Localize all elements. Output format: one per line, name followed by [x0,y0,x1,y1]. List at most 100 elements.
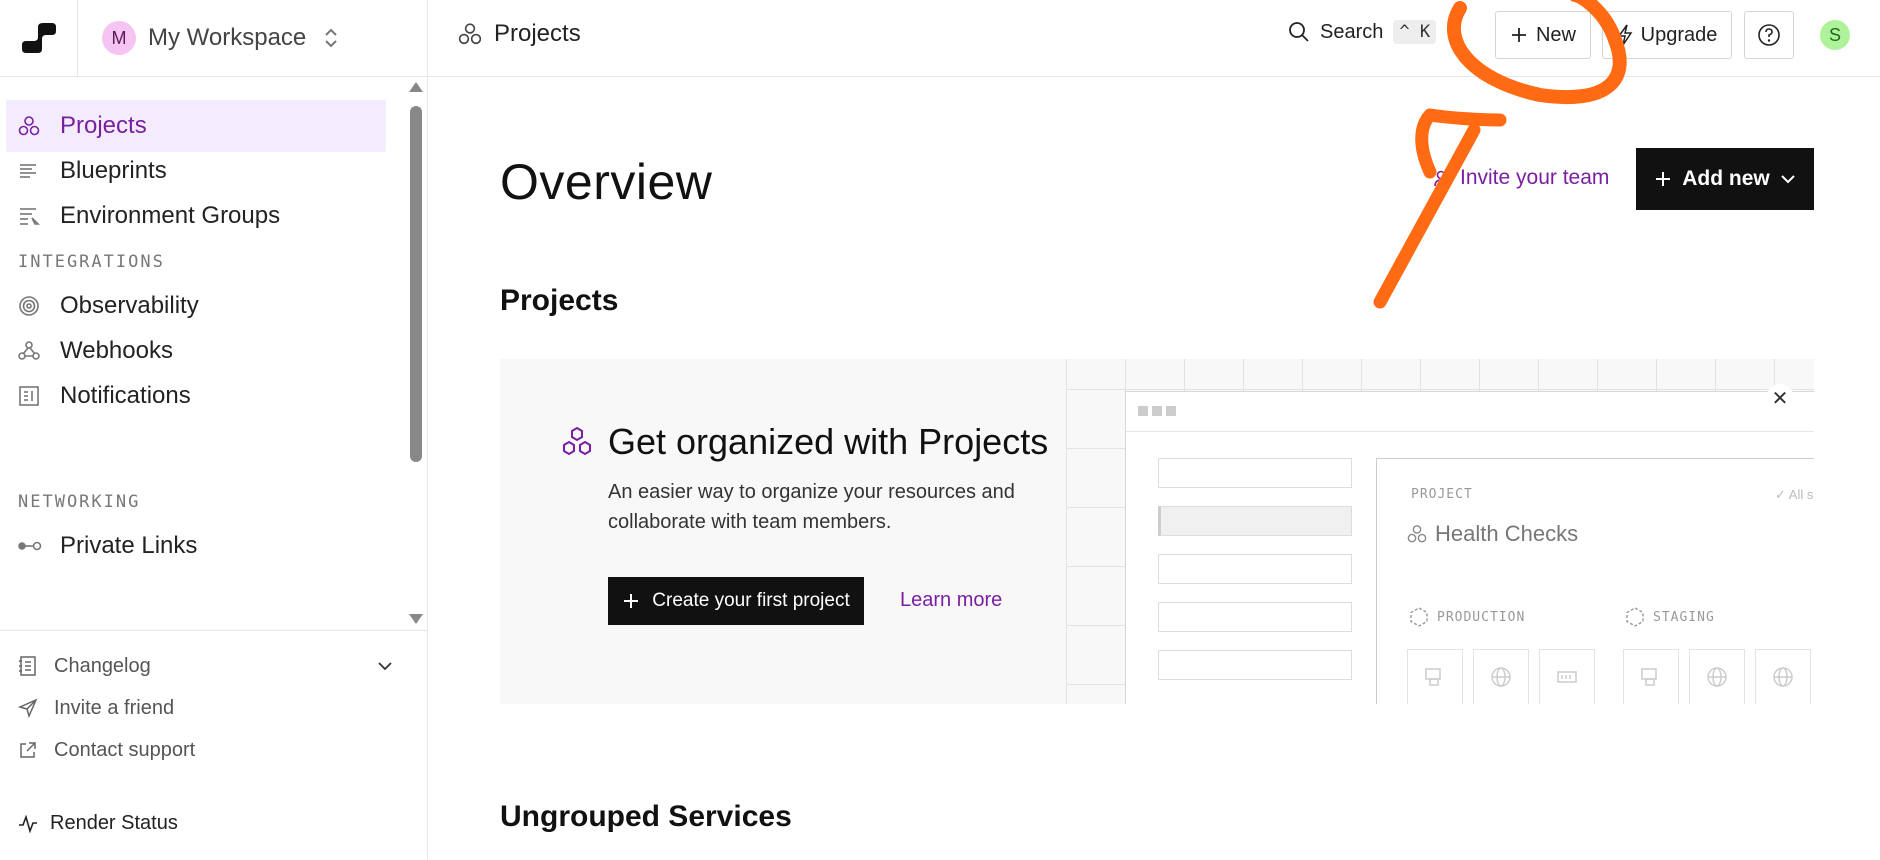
sidebar-item-private-links[interactable]: Private Links [6,520,386,572]
search-shortcut: ^ K [1393,20,1437,44]
ungrouped-services-heading: Ungrouped Services [500,800,792,833]
observability-icon [18,294,52,318]
sidebar-item-label: Observability [60,292,199,319]
user-plus-icon [1434,170,1452,187]
workspace-avatar: M [102,21,136,55]
learn-more-link[interactable]: Learn more [900,589,1002,612]
sidebar-item-label: Projects [60,112,147,139]
new-button[interactable]: New [1495,11,1591,59]
help-icon [1758,24,1780,46]
sidebar-item-label: Notifications [60,382,191,409]
changelog-label: Changelog [54,654,151,677]
sidebar-header: M My Workspace [0,0,427,77]
plus-icon [624,594,639,608]
mock-service-tile [1539,649,1595,704]
chevron-down-icon[interactable] [377,661,393,671]
close-icon[interactable]: ✕ [1766,384,1794,412]
globe-icon [1707,667,1727,687]
scroll-down-arrow-icon[interactable] [409,614,423,624]
project-name: Health Checks [1407,521,1578,547]
promo-title-text: Get organized with Projects [608,421,1049,462]
send-icon [18,698,40,718]
mock-service-tile [1755,649,1811,704]
webhooks-icon [18,339,52,363]
mock-service-tile [1407,649,1463,704]
projects-promo-card: Get organized with Projects An easier wa… [500,359,1814,704]
mock-project-panel: PROJECT ✓ All s Health Checks PRODUCTION… [1376,458,1814,704]
breadcrumb: Projects [458,20,581,48]
chevron-up-down-icon [325,28,337,48]
lightning-icon [1617,24,1633,46]
projects-icon [18,114,52,138]
env-production: PRODUCTION [1409,607,1525,627]
mock-field [1158,458,1352,488]
render-status-link[interactable]: Render Status [18,812,178,835]
user-avatar[interactable]: S [1820,20,1850,50]
add-new-button[interactable]: Add new [1636,148,1814,210]
env-groups-icon [18,204,52,228]
project-name-text: Health Checks [1435,521,1579,546]
projects-illustration: ✕ PROJECT ✓ All s Health Checks PRODUCTI… [1066,359,1814,704]
search-label: Search [1320,20,1384,43]
scroll-up-arrow-icon[interactable] [409,82,423,92]
sidebar: M My Workspace Projects Blueprints Envir… [0,0,428,860]
mock-field [1158,602,1352,632]
sidebar-item-label: Blueprints [60,157,167,184]
sidebar-scrollbar[interactable] [406,78,426,630]
projects-heading: Projects [500,284,619,317]
sidebar-item-label: Environment Groups [60,202,281,229]
main-content: Overview Invite your team Add new Projec… [428,78,1880,860]
mock-window-bar: ✕ [1126,384,1814,432]
workspace-switcher[interactable]: M My Workspace [78,21,338,55]
search-icon [1289,22,1309,42]
help-button[interactable] [1744,11,1794,59]
chevron-down-icon [1781,175,1795,184]
topbar: Projects Search ^ K New Upgrade S [428,0,1880,77]
promo-title: Get organized with Projects [560,421,1048,463]
sidebar-footer: Changelog Invite a friend Contact suppor… [0,630,427,771]
upgrade-button-label: Upgrade [1640,23,1718,46]
env-production-label: PRODUCTION [1437,609,1526,625]
service-icon [1641,668,1657,686]
sidebar-item-label: Webhooks [60,337,173,364]
mock-field [1158,650,1352,680]
plus-icon [1656,172,1671,186]
render-status-label: Render Status [50,812,178,834]
plus-icon [1511,28,1526,42]
section-heading-networking: NETWORKING [18,492,141,512]
mock-field [1158,554,1352,584]
env-staging-label: STAGING [1653,609,1715,625]
mock-service-tile [1689,649,1745,704]
render-logo-icon [21,23,56,53]
private-links-icon [18,534,52,558]
upgrade-button[interactable]: Upgrade [1602,11,1732,59]
projects-icon [458,23,482,45]
changelog-icon [18,655,40,677]
search-button[interactable]: Search ^ K [1288,20,1437,44]
page-title: Overview [500,154,713,210]
scrollbar-thumb[interactable] [410,106,422,462]
all-services-label: ✓ All s [1775,487,1814,502]
sidebar-item-notifications[interactable]: Notifications [6,370,386,422]
changelog-link[interactable]: Changelog [0,645,427,687]
breadcrumb-label: Projects [494,20,581,47]
projects-icon [563,426,591,456]
contact-support-label: Contact support [54,738,196,761]
sidebar-nav: Projects Blueprints Environment Groups I… [0,78,408,630]
invite-team-link[interactable]: Invite your team [1434,166,1609,190]
sidebar-item-label: Private Links [60,532,198,559]
contact-support-link[interactable]: Contact support [0,729,427,771]
external-link-icon [18,740,40,760]
mock-window: ✕ PROJECT ✓ All s Health Checks PRODUCTI… [1125,384,1814,704]
projects-icon [1407,525,1427,543]
workspace-name: My Workspace [148,24,307,51]
service-icon [1425,668,1441,686]
create-first-project-button[interactable]: Create your first project [608,577,864,625]
window-dots-icon [1138,406,1176,416]
logo[interactable] [0,0,78,77]
env-staging: STAGING [1625,607,1715,627]
sidebar-item-environment-groups[interactable]: Environment Groups [6,190,386,242]
mock-field [1158,506,1352,536]
invite-friend-link[interactable]: Invite a friend [0,687,427,729]
activity-icon [19,813,37,834]
